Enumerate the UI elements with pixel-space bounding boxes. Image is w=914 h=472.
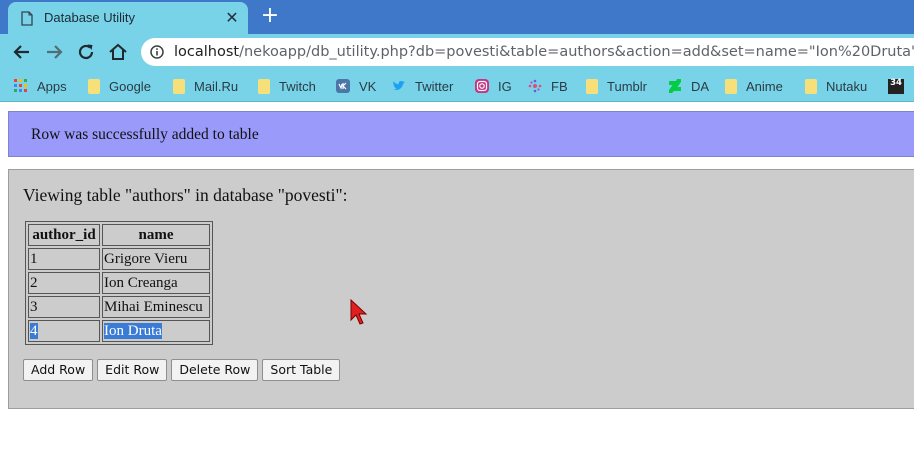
page-heading: Viewing table "authors" in database "pov… (23, 185, 348, 205)
bookmark-label: Anime (746, 78, 783, 94)
tab-title: Database Utility (44, 10, 136, 25)
folder-icon (586, 78, 598, 94)
bookmark-apps[interactable]: Apps (14, 77, 67, 95)
close-tab-icon[interactable]: ✕ (224, 10, 240, 26)
bookmark-label: DA (691, 78, 710, 94)
folder-icon (725, 78, 737, 94)
success-message: Row was successfully added to table (8, 111, 914, 157)
folder-icon (88, 78, 100, 94)
bookmark-label: Apps (37, 78, 67, 94)
cell-author-id[interactable]: 3 (28, 296, 100, 318)
cell-name[interactable]: Ion Druta (102, 320, 210, 342)
bookmark-mailru[interactable]: Mail.Ru (173, 77, 238, 95)
twitter-icon (393, 80, 405, 90)
table-row-selected[interactable]: 4 Ion Druta (28, 320, 210, 342)
browser-toolbar: localhost/nekoapp/db_utility.php?db=pove… (0, 34, 914, 70)
url-host: localhost (174, 44, 240, 60)
cell-author-id[interactable]: 4 (28, 320, 100, 342)
bookmark-ig[interactable]: IG (475, 77, 512, 95)
bookmark-fb[interactable]: FB (528, 77, 568, 95)
folder-icon (173, 78, 185, 94)
page-icon (21, 11, 33, 26)
url-text: localhost/nekoapp/db_utility.php?db=pove… (174, 44, 914, 60)
reload-icon[interactable] (75, 41, 97, 63)
column-header-author-id[interactable]: author_id (28, 224, 100, 246)
table-header-row: author_id name (28, 224, 210, 246)
vk-icon (336, 79, 350, 93)
instagram-icon (475, 79, 489, 93)
apps-grid-icon (14, 79, 27, 92)
address-bar[interactable]: localhost/nekoapp/db_utility.php?db=pove… (141, 38, 914, 66)
bookmark-google[interactable]: Google (88, 77, 151, 95)
info-icon[interactable] (150, 45, 164, 59)
bookmark-label: Nutaku (826, 78, 868, 94)
table-row[interactable]: 1 Grigore Vieru (28, 248, 210, 270)
add-row-button[interactable]: Add Row (23, 359, 94, 381)
cell-author-id[interactable]: 1 (28, 248, 100, 270)
cell-name[interactable]: Ion Creanga (102, 272, 210, 294)
table-row[interactable]: 3 Mihai Eminescu (28, 296, 210, 318)
bookmark-label: Twitter (415, 78, 454, 94)
bookmark-da[interactable]: DA (668, 77, 709, 95)
bookmark-tumblr[interactable]: Tumblr (586, 77, 647, 95)
bookmark-twitch[interactable]: Twitch (258, 77, 316, 95)
table-row[interactable]: 2 Ion Creanga (28, 272, 210, 294)
authors-table: author_id name 1 Grigore Vieru 2 Ion Cre… (25, 221, 213, 345)
deviantart-icon (669, 79, 681, 93)
bookmark-label: Mail.Ru (194, 78, 239, 94)
forward-arrow-icon[interactable] (43, 41, 65, 63)
edit-row-button[interactable]: Edit Row (97, 359, 168, 381)
bookmark-label: Tumblr (607, 78, 647, 94)
sort-table-button[interactable]: Sort Table (262, 359, 341, 381)
bookmarks-bar: Apps Google Mail.Ru Twitch VK Twitter IG (0, 70, 914, 102)
url-path: /nekoapp/db_utility.php?db=povesti&table… (239, 44, 914, 60)
new-tab-button[interactable]: + (258, 5, 282, 29)
bookmark-label: Google (109, 78, 151, 94)
bookmark-label: FB (551, 78, 568, 94)
tab-strip: Database Utility ✕ + (0, 0, 914, 34)
bookmark-34[interactable]: 34 (888, 77, 904, 95)
bookmark-label: Twitch (279, 78, 316, 94)
folder-icon (258, 78, 270, 94)
column-header-name[interactable]: name (102, 224, 210, 246)
selected-text: Ion Druta (104, 323, 162, 339)
selected-text: 4 (30, 323, 38, 339)
cell-name[interactable]: Grigore Vieru (102, 248, 210, 270)
bookmark-twitter[interactable]: Twitter (392, 77, 453, 95)
mouse-cursor-icon (350, 299, 368, 325)
message-text: Row was successfully added to table (31, 126, 259, 143)
browser-tab[interactable]: Database Utility ✕ (8, 2, 248, 34)
cell-author-id[interactable]: 2 (28, 272, 100, 294)
bookmark-anime[interactable]: Anime (725, 77, 783, 95)
home-icon[interactable] (107, 41, 129, 63)
folder-icon (805, 78, 817, 94)
back-arrow-icon[interactable] (11, 41, 33, 63)
fb-icon (528, 79, 542, 93)
delete-row-button[interactable]: Delete Row (171, 359, 259, 381)
action-buttons: Add Row Edit Row Delete Row Sort Table (23, 359, 341, 381)
bookmark-nutaku[interactable]: Nutaku (805, 77, 867, 95)
table-viewer-panel: Viewing table "authors" in database "pov… (8, 169, 914, 409)
cell-name[interactable]: Mihai Eminescu (102, 296, 210, 318)
bookmark-vk[interactable]: VK (336, 77, 376, 95)
bookmark-label: VK (359, 78, 377, 94)
site-34-icon: 34 (888, 78, 904, 94)
bookmark-label: IG (498, 78, 512, 94)
